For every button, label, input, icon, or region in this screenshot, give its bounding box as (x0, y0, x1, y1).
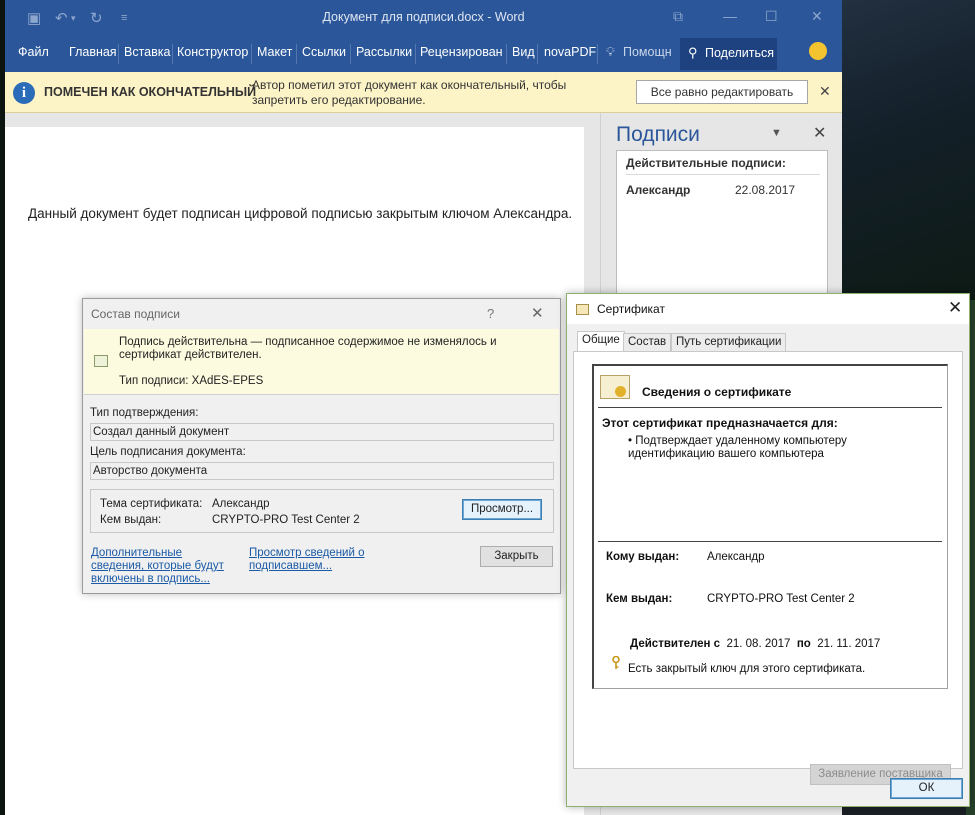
issued-by-value: CRYPTO-PRO Test Center 2 (707, 593, 855, 605)
issued-to-label: Кому выдан: (606, 551, 680, 563)
person-icon: ⚲ (688, 45, 698, 60)
edit-anyway-button[interactable]: Все равно редактировать (636, 80, 808, 104)
window-title: Документ для подписи.docx - Word (322, 10, 525, 24)
signature-status-text: Подпись действительна — подписанное соде… (119, 336, 497, 361)
certificate-title-bar: Сертификат ✕ (567, 294, 969, 324)
close-icon[interactable]: ✕ (948, 298, 962, 318)
certificate-info-box: Тема сертификата: Александр Кем выдан: C… (90, 489, 554, 533)
ribbon-display-icon[interactable]: ⧉ (673, 8, 683, 25)
tab-review[interactable]: Рецензирован (420, 45, 503, 59)
tab-separator (597, 44, 598, 64)
tab-separator (251, 44, 252, 64)
issued-by-label: Кем выдан: (606, 593, 673, 605)
dialog-title: Состав подписи (91, 307, 180, 321)
share-button[interactable]: ⚲ Поделиться (680, 38, 777, 70)
signature-signer[interactable]: Александр (626, 183, 690, 197)
ok-button[interactable]: ОК (890, 778, 963, 799)
tab-separator (415, 44, 416, 64)
signature-status-banner: Подпись действительна — подписанное соде… (84, 329, 559, 395)
valid-to-label: по (796, 638, 811, 650)
commitment-type-label: Тип подтверждения: (90, 407, 199, 419)
tab-design[interactable]: Конструктор (177, 45, 248, 59)
purpose-heading: Этот сертификат предназначается для: (602, 416, 838, 430)
tab-separator (350, 44, 351, 64)
divider (598, 407, 942, 408)
infobar-message: Автор пометил этот документ как окончате… (252, 78, 567, 107)
info-icon: i (13, 82, 35, 104)
signing-purpose-label: Цель подписания документа: (90, 446, 246, 458)
additional-info-link[interactable]: Дополнительные сведения, которые будут в… (91, 547, 236, 586)
signer-details-link[interactable]: Просмотр сведений о подписавшем... (249, 547, 384, 573)
tab-layout[interactable]: Макет (257, 45, 292, 59)
issued-by-value: CRYPTO-PRO Test Center 2 (212, 514, 360, 526)
tab-separator (537, 44, 538, 64)
minimize-icon[interactable]: — (723, 8, 737, 24)
tab-separator (118, 44, 119, 64)
view-certificate-button[interactable]: Просмотр... (462, 499, 542, 520)
tab-file[interactable]: Файл (18, 45, 49, 59)
purpose-item: • Подтверждает удаленному компьютеру иде… (628, 435, 847, 460)
valid-signatures-heading: Действительные подписи: (626, 156, 786, 170)
tab-insert[interactable]: Вставка (124, 45, 170, 59)
marked-final-infobar: i ПОМЕЧЕН КАК ОКОНЧАТЕЛЬНЫЙ Автор помети… (5, 72, 842, 113)
tab-mailings[interactable]: Рассылки (356, 45, 412, 59)
signature-details-dialog: Состав подписи ? ✕ Подпись действительна… (82, 298, 561, 594)
signature-valid-icon (94, 355, 108, 367)
tab-certification-path[interactable]: Путь сертификации (671, 333, 787, 351)
help-icon[interactable]: ? (487, 306, 494, 321)
share-label: Поделиться (705, 46, 775, 60)
issued-by-label: Кем выдан: (100, 514, 162, 526)
signatures-list: Действительные подписи: Александр 22.08.… (616, 150, 828, 300)
title-bar: ▣ ↶ ▾ ↻ ≡ Документ для подписи.docx - Wo… (5, 0, 842, 36)
pane-close-icon[interactable]: ✕ (813, 123, 826, 143)
certificate-info-heading: Сведения о сертификате (642, 385, 792, 399)
maximize-icon[interactable]: ☐ (765, 8, 778, 25)
issued-to-value: Александр (707, 551, 765, 563)
validity-period: Действителен с 21. 08. 2017 по 21. 11. 2… (630, 638, 880, 650)
tab-details[interactable]: Состав (623, 333, 672, 351)
infobar-title: ПОМЕЧЕН КАК ОКОНЧАТЕЛЬНЫЙ (44, 85, 257, 99)
valid-to-date: 21. 11. 2017 (817, 638, 881, 650)
certificate-icon (576, 304, 589, 315)
close-icon[interactable]: ✕ (531, 304, 544, 322)
tab-tell-me[interactable]: Помощн (623, 45, 672, 59)
tab-novapdf[interactable]: novaPDF (544, 45, 596, 59)
tab-home[interactable]: Главная (69, 45, 117, 59)
desktop-background-right (842, 0, 975, 300)
infobar-close-icon[interactable]: ✕ (819, 83, 831, 100)
certificate-information: Сведения о сертификате Этот сертификат п… (592, 364, 948, 689)
valid-from-label: Действителен с (630, 638, 721, 650)
key-icon (612, 656, 620, 669)
certificate-icon (600, 375, 630, 399)
valid-from-date: 21. 08. 2017 (726, 638, 791, 650)
signature-type: Тип подписи: XAdES-EPES (119, 375, 264, 387)
general-tab-panel: Сведения о сертификате Этот сертификат п… (573, 351, 963, 785)
signing-purpose-field[interactable]: Авторство документа (90, 462, 554, 480)
tab-view[interactable]: Вид (512, 45, 535, 59)
dialog-title: Сертификат (597, 302, 665, 316)
close-window-icon[interactable]: ✕ (811, 8, 823, 25)
pane-options-dropdown-icon[interactable]: ▼ (771, 127, 782, 139)
tab-separator (506, 44, 507, 64)
divider (598, 541, 942, 542)
tab-separator (172, 44, 173, 64)
divider (626, 174, 820, 175)
tab-general[interactable]: Общие (577, 331, 625, 351)
lightbulb-icon[interactable]: 💡︎ (606, 45, 615, 60)
close-button[interactable]: Закрыть (480, 546, 553, 567)
tab-separator (296, 44, 297, 64)
feedback-smiley-icon[interactable] (809, 42, 827, 60)
cert-subject-value: Александр (212, 498, 270, 510)
private-key-note: Есть закрытый ключ для этого сертификата… (628, 663, 866, 675)
signatures-pane-title: Подписи (616, 123, 700, 146)
certificate-dialog: Сертификат ✕ Общие Состав Путь сертифика… (566, 293, 970, 807)
cert-subject-label: Тема сертификата: (100, 498, 203, 510)
signature-date[interactable]: 22.08.2017 (735, 183, 795, 197)
ribbon-tabs: Файл Главная Вставка Конструктор Макет С… (5, 36, 842, 72)
tab-references[interactable]: Ссылки (302, 45, 346, 59)
document-body-text: Данный документ будет подписан цифровой … (28, 206, 573, 221)
commitment-type-field[interactable]: Создал данный документ (90, 423, 554, 441)
